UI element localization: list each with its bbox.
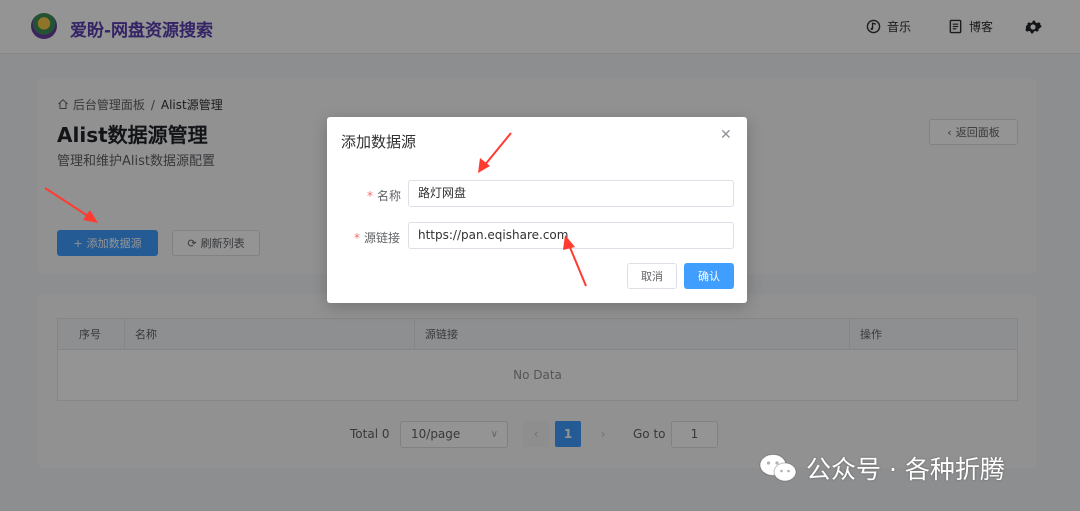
name-field-label: * 名称 [367, 187, 401, 204]
name-label-text: 名称 [377, 189, 402, 203]
confirm-button[interactable]: 确认 [684, 263, 734, 289]
cancel-button[interactable]: 取消 [627, 263, 677, 289]
url-input[interactable]: https://pan.eqishare.com [408, 222, 734, 249]
required-asterisk: * [354, 231, 360, 245]
required-asterisk: * [367, 189, 373, 203]
url-label-text: 源链接 [364, 231, 401, 245]
name-input[interactable]: 路灯网盘 [408, 180, 734, 207]
watermark-text: 公众号 · 各种折腾 [806, 455, 1005, 484]
url-field-label: * 源链接 [354, 229, 400, 246]
wechat-icon [759, 454, 797, 482]
add-source-dialog: 添加数据源 ✕ * 名称 路灯网盘 * 源链接 https://pan.eqisha… [327, 117, 747, 303]
dialog-title: 添加数据源 [341, 133, 417, 151]
close-icon[interactable]: ✕ [720, 127, 732, 143]
wechat-watermark: 公众号 · 各种折腾 [758, 450, 1005, 486]
